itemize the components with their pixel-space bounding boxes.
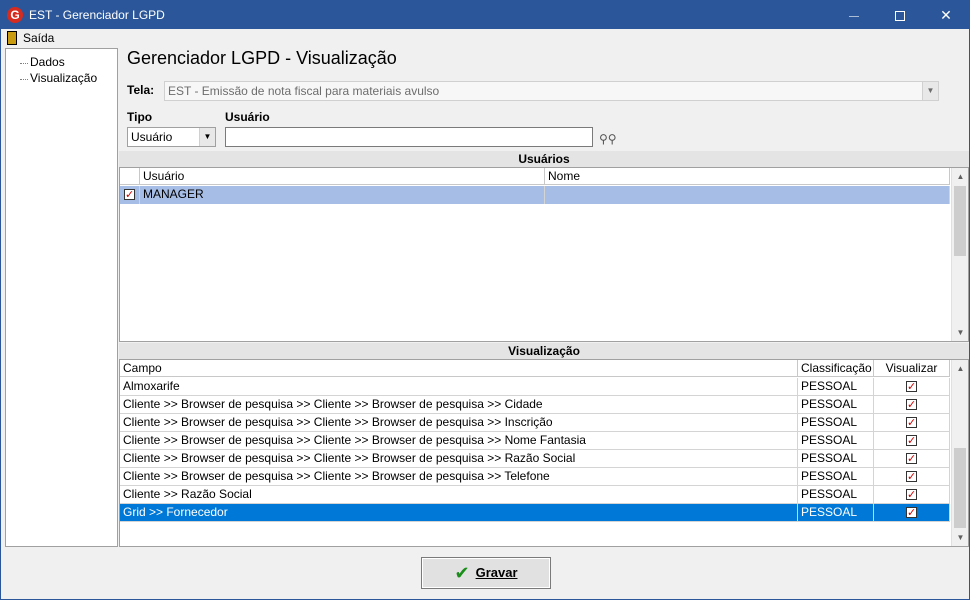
title-bar[interactable]: G EST - Gerenciador LGPD ✕ xyxy=(1,1,969,29)
tipo-select[interactable]: Usuário ▼ xyxy=(127,127,216,147)
checkbox-checked-icon[interactable] xyxy=(906,451,917,467)
vis-col-campo[interactable]: Campo xyxy=(120,360,798,377)
menu-bar: Saída xyxy=(1,29,969,47)
page-title: Gerenciador LGPD - Visualização xyxy=(127,48,397,68)
window-title: EST - Gerenciador LGPD xyxy=(29,8,165,22)
checkbox-checked-icon[interactable] xyxy=(906,487,917,503)
close-button[interactable]: ✕ xyxy=(923,1,969,29)
checkbox-checked-icon[interactable] xyxy=(906,469,917,485)
save-button-label: Gravar xyxy=(475,565,518,580)
user-checkbox-cell[interactable] xyxy=(120,186,140,204)
table-row[interactable]: Cliente >> Browser de pesquisa >> Client… xyxy=(120,396,950,414)
navigation-tree: Dados Visualização xyxy=(5,48,118,547)
usuario-label: Usuário xyxy=(225,110,270,124)
campo-cell: Cliente >> Browser de pesquisa >> Client… xyxy=(120,450,798,468)
classificacao-cell: PESSOAL xyxy=(798,414,874,432)
scroll-thumb[interactable] xyxy=(954,448,966,528)
users-grid: Usuário Nome MANAGER ▲ ▼ xyxy=(119,167,969,342)
users-col-usuario[interactable]: Usuário xyxy=(140,168,545,185)
tela-label: Tela: xyxy=(127,83,155,97)
campo-cell: Cliente >> Browser de pesquisa >> Client… xyxy=(120,432,798,450)
checkbox-checked-icon[interactable] xyxy=(906,415,917,431)
visualizar-cell[interactable] xyxy=(874,378,950,396)
visualizacao-vertical-scrollbar[interactable]: ▲ ▼ xyxy=(951,360,968,546)
visualizar-cell[interactable] xyxy=(874,504,950,522)
scroll-up-icon[interactable]: ▲ xyxy=(952,168,968,185)
tree-item-dados[interactable]: Dados xyxy=(16,55,65,69)
classificacao-cell: PESSOAL xyxy=(798,432,874,450)
binoculars-search-icon[interactable]: ⚲⚲ xyxy=(599,132,617,146)
scroll-down-icon[interactable]: ▼ xyxy=(952,529,968,546)
visualizar-cell[interactable] xyxy=(874,432,950,450)
table-row[interactable]: Cliente >> Browser de pesquisa >> Client… xyxy=(120,468,950,486)
table-row[interactable]: Cliente >> Browser de pesquisa >> Client… xyxy=(120,450,950,468)
vis-col-classificacao[interactable]: Classificação xyxy=(798,360,874,377)
classificacao-cell: PESSOAL xyxy=(798,378,874,396)
campo-cell: Cliente >> Browser de pesquisa >> Client… xyxy=(120,396,798,414)
user-nome-cell xyxy=(545,186,950,204)
users-section-title: Usuários xyxy=(119,151,969,167)
scroll-down-icon[interactable]: ▼ xyxy=(952,324,968,341)
tela-select[interactable]: EST - Emissão de nota fiscal para materi… xyxy=(164,81,939,101)
checkbox-checked-icon[interactable] xyxy=(124,187,135,204)
campo-cell: Cliente >> Razão Social xyxy=(120,486,798,504)
save-button[interactable]: ✔ Gravar xyxy=(421,557,551,589)
classificacao-cell: PESSOAL xyxy=(798,396,874,414)
menu-exit-label: Saída xyxy=(23,31,55,45)
campo-cell: Grid >> Fornecedor xyxy=(120,504,798,522)
visualizar-cell[interactable] xyxy=(874,450,950,468)
classificacao-cell: PESSOAL xyxy=(798,450,874,468)
main-window: G EST - Gerenciador LGPD ✕ Saída Dados V… xyxy=(0,0,970,600)
campo-cell: Almoxarife xyxy=(120,378,798,396)
exit-door-icon xyxy=(7,31,17,45)
user-usuario-cell: MANAGER xyxy=(140,186,545,204)
close-icon: ✕ xyxy=(940,7,952,23)
visualizacao-grid: Campo Classificação Visualizar Almoxarif… xyxy=(119,359,969,547)
visualizar-cell[interactable] xyxy=(874,486,950,504)
usuario-input[interactable] xyxy=(225,127,593,147)
users-col-nome[interactable]: Nome xyxy=(545,168,950,185)
menu-exit[interactable]: Saída xyxy=(5,30,54,46)
checkbox-checked-icon[interactable] xyxy=(906,379,917,395)
tree-item-visualizacao[interactable]: Visualização xyxy=(16,71,97,85)
tela-select-value: EST - Emissão de nota fiscal para materi… xyxy=(168,84,440,98)
classificacao-cell: PESSOAL xyxy=(798,468,874,486)
chevron-down-icon[interactable]: ▼ xyxy=(922,82,938,100)
maximize-icon xyxy=(895,11,905,22)
checkbox-checked-icon[interactable] xyxy=(906,433,917,449)
table-row[interactable]: MANAGER xyxy=(120,186,950,204)
green-check-icon: ✔ xyxy=(454,563,470,583)
chevron-down-icon[interactable]: ▼ xyxy=(199,128,215,146)
table-row[interactable]: Almoxarife PESSOAL xyxy=(120,378,950,396)
maximize-button[interactable] xyxy=(877,1,923,29)
checkbox-checked-icon[interactable] xyxy=(906,397,917,413)
minimize-icon xyxy=(849,15,859,17)
campo-cell: Cliente >> Browser de pesquisa >> Client… xyxy=(120,414,798,432)
scroll-thumb[interactable] xyxy=(954,186,966,256)
table-row[interactable]: Grid >> Fornecedor PESSOAL xyxy=(120,504,950,522)
scroll-up-icon[interactable]: ▲ xyxy=(952,360,968,377)
minimize-button[interactable] xyxy=(831,1,877,29)
app-logo-icon: G xyxy=(7,7,23,23)
users-vertical-scrollbar[interactable]: ▲ ▼ xyxy=(951,168,968,341)
visualizar-cell[interactable] xyxy=(874,468,950,486)
tipo-label: Tipo xyxy=(127,110,153,124)
checkbox-checked-icon[interactable] xyxy=(906,505,917,521)
classificacao-cell: PESSOAL xyxy=(798,504,874,522)
table-row[interactable]: Cliente >> Browser de pesquisa >> Client… xyxy=(120,414,950,432)
classificacao-cell: PESSOAL xyxy=(798,486,874,504)
visualizar-cell[interactable] xyxy=(874,414,950,432)
table-row[interactable]: Cliente >> Browser de pesquisa >> Client… xyxy=(120,432,950,450)
tipo-select-value: Usuário xyxy=(131,130,173,144)
table-row[interactable]: Cliente >> Razão Social PESSOAL xyxy=(120,486,950,504)
vis-col-visualizar[interactable]: Visualizar xyxy=(874,360,950,377)
users-grid-indicator-header xyxy=(120,168,140,185)
campo-cell: Cliente >> Browser de pesquisa >> Client… xyxy=(120,468,798,486)
visualizar-cell[interactable] xyxy=(874,396,950,414)
visualizacao-section-title: Visualização xyxy=(119,343,969,359)
